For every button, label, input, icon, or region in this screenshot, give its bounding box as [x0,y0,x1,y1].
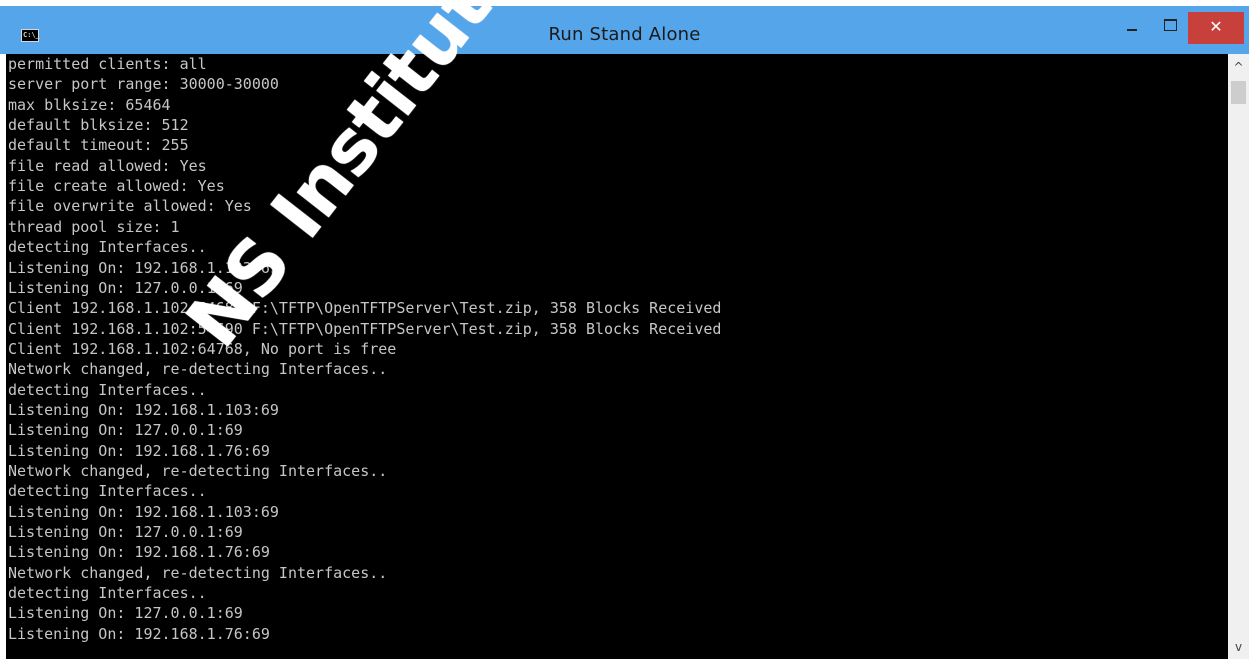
close-icon: ✕ [1209,16,1223,36]
window-title: Run Stand Alone [548,24,701,45]
console-line: Listening On: 192.168.1.103:69 [8,502,279,521]
console-line: Client 192.168.1.102:64768, No port is f… [8,339,397,358]
console-line: Listening On: 192.168.1.103:69 [8,258,279,277]
console-line: server port range: 30000-30000 [8,75,279,94]
maximize-button[interactable] [1152,12,1188,44]
maximize-icon [1163,19,1177,31]
console-line: Network changed, re-detecting Interfaces… [8,462,388,480]
scroll-down-arrow-icon[interactable]: v [1228,637,1249,657]
console-window: C:\_ Run Stand Alone ✕ permitted clients… [0,0,1249,659]
console-line: Network changed, re-detecting Interfaces… [8,563,388,582]
scroll-up-arrow-icon[interactable]: ^ [1228,56,1249,78]
minimize-icon [1127,29,1137,31]
console-line: Listening On: 192.168.1.76:69 [8,543,270,562]
console-line: detecting Interfaces.. [8,482,207,501]
console-line: Listening On: 127.0.0.1:69 [8,278,243,297]
console-line: Client 192.168.1.102:54689 F:\TFTP\OpenT… [8,299,722,318]
minimize-button[interactable] [1112,12,1152,44]
console-line: detecting Interfaces.. [8,584,207,603]
console-line: Listening On: 127.0.0.1:69 [8,523,243,542]
console-line: Listening On: 192.168.1.76:69 [8,441,270,460]
console-line: default timeout: 255 [8,136,189,155]
vertical-scrollbar[interactable]: ^ v [1228,54,1249,659]
title-bar[interactable]: C:\_ Run Stand Alone ✕ [0,6,1249,54]
console-line: default blksize: 512 [8,116,189,135]
console-line: Client 192.168.1.102:54690 F:\TFTP\OpenT… [8,319,722,338]
console-line: file overwrite allowed: Yes [8,197,252,216]
scroll-thumb[interactable] [1231,81,1246,104]
close-button[interactable]: ✕ [1188,12,1244,44]
console-line: Listening On: 127.0.0.1:69 [8,604,243,623]
console-line: permitted clients: all [8,55,207,73]
console-line: file read allowed: Yes [8,156,207,175]
console-line: detecting Interfaces.. [8,238,207,257]
console-line: file create allowed: Yes [8,177,225,196]
console-line: Listening On: 192.168.1.76:69 [8,624,270,643]
console-line: Listening On: 192.168.1.103:69 [8,400,279,419]
console-line: max blksize: 65464 [8,95,171,114]
console-line: thread pool size: 1 [8,217,180,236]
console-line: Listening On: 127.0.0.1:69 [8,421,243,440]
console-line: detecting Interfaces.. [8,380,207,399]
console-output[interactable]: permitted clients: all server port range:… [6,54,1228,659]
console-line: Network changed, re-detecting Interfaces… [8,360,388,379]
